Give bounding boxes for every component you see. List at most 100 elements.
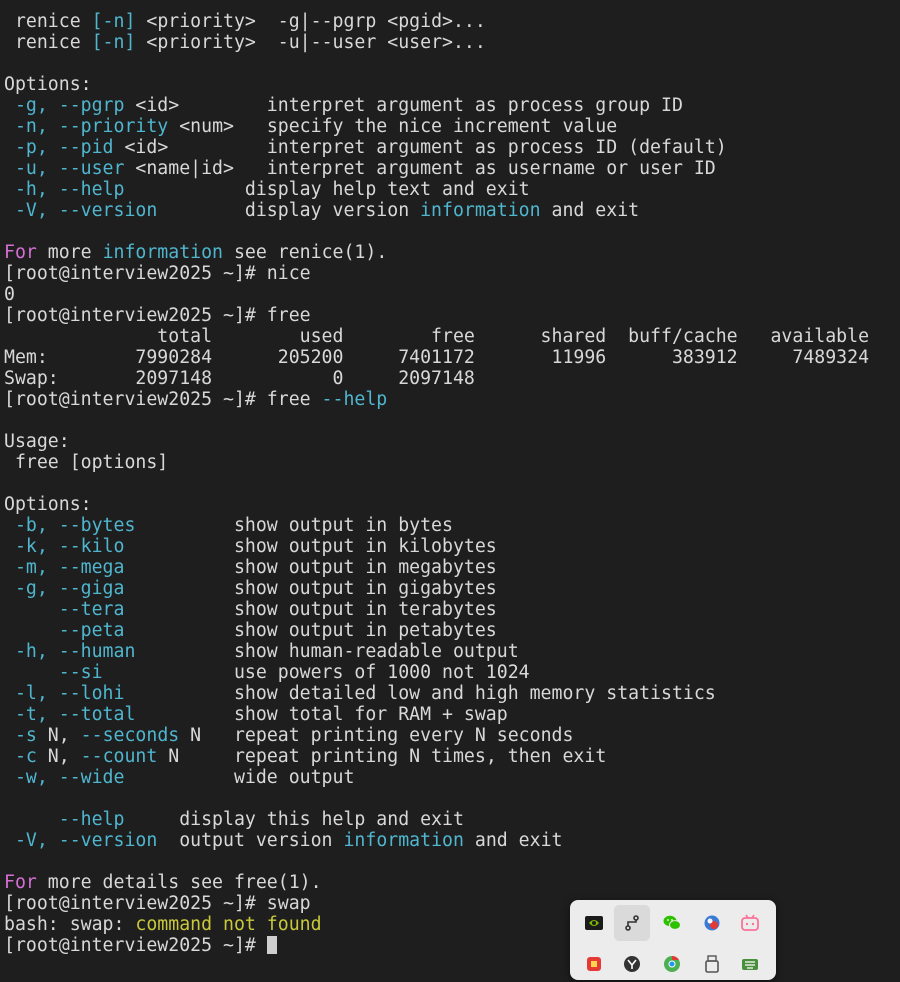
terminal-line: -m, --mega show output in megabytes	[4, 557, 900, 578]
terminal-text: -s	[14, 725, 37, 746]
terminal-text: -p, --pid	[14, 137, 114, 158]
terminal-text: -b, --bytes	[14, 515, 136, 536]
terminal-text: free [options]	[4, 452, 169, 473]
terminal-text: use powers of 1000 not 1024	[102, 662, 530, 683]
terminal-text: and exit	[463, 830, 563, 851]
route-icon[interactable]	[614, 905, 650, 941]
y-app-icon[interactable]	[614, 946, 650, 982]
terminal-line: -c N, --count N repeat printing N times,…	[4, 746, 900, 767]
terminal-text: output version	[157, 830, 344, 851]
terminal-text: bash: swap:	[4, 914, 136, 935]
shield-app-icon[interactable]	[694, 905, 730, 941]
terminal-text: Usage:	[4, 431, 70, 452]
terminal-line: -h, --human show human-readable output	[4, 641, 900, 662]
terminal-line: Swap: 2097148 0 2097148	[4, 368, 900, 389]
terminal-text: total used free shared buff/cache availa…	[4, 326, 870, 347]
terminal-text: -h, --human	[14, 641, 136, 662]
terminal-text: For	[4, 872, 37, 893]
terminal-line: -V, --version output version information…	[4, 830, 900, 851]
terminal-text: -u, --user	[14, 158, 125, 179]
system-tray-overflow	[570, 900, 776, 980]
terminal-text: wide output	[124, 767, 355, 788]
terminal-text: display version	[157, 200, 421, 221]
terminal-text: show human-readable output	[135, 641, 519, 662]
terminal-text: N,	[36, 746, 81, 767]
terminal-line: -p, --pid <id> interpret argument as pro…	[4, 137, 900, 158]
terminal-text: --help	[58, 809, 125, 830]
terminal-text: <priority> -g|--pgrp <pgid>...	[135, 11, 486, 32]
keyboard-icon[interactable]	[732, 946, 768, 982]
terminal-text: [-n]	[91, 11, 136, 32]
terminal-text: [root@interview2025 ~]# free	[4, 389, 322, 410]
terminal-text: <id> interpret argument as process ID (d…	[113, 137, 727, 158]
terminal-text: show output in bytes	[135, 515, 453, 536]
terminal-text: -w, --wide	[14, 767, 125, 788]
terminal-text: renice	[4, 11, 92, 32]
terminal-text: [root@interview2025 ~]# nice	[4, 263, 311, 284]
terminal-text: -h, --help	[14, 179, 125, 200]
terminal-text: -g, --pgrp	[14, 95, 125, 116]
terminal-text: --help	[321, 389, 388, 410]
chrome-icon[interactable]	[654, 946, 690, 982]
terminal-line: --tera show output in terabytes	[4, 599, 900, 620]
terminal-text: display this help and exit	[124, 809, 464, 830]
terminal-line: [root@interview2025 ~]# free --help	[4, 389, 900, 410]
terminal-text: --seconds	[80, 725, 180, 746]
wechat-icon[interactable]	[654, 905, 690, 941]
terminal-line: Options:	[4, 74, 900, 95]
terminal-text: [root@interview2025 ~]# swap	[4, 893, 311, 914]
terminal-text: display help text and exit	[124, 179, 530, 200]
terminal-line: [root@interview2025 ~]# free	[4, 305, 900, 326]
terminal-text: show output in kilobytes	[124, 536, 497, 557]
terminal-text: Options:	[4, 494, 92, 515]
terminal-text: [-n]	[91, 32, 136, 53]
bilibili-icon[interactable]	[732, 905, 768, 941]
red-app-icon[interactable]	[576, 946, 612, 982]
terminal-text: and exit	[540, 200, 640, 221]
terminal-text: <id> interpret argument as process group…	[124, 95, 683, 116]
terminal-line: -l, --lohi show detailed low and high me…	[4, 683, 900, 704]
terminal-text: <num> specify the nice increment value	[168, 116, 618, 137]
terminal-line: --si use powers of 1000 not 1024	[4, 662, 900, 683]
terminal-text: -n, --priority	[14, 116, 169, 137]
terminal-line: -u, --user <name|id> interpret argument …	[4, 158, 900, 179]
terminal-text: N repeat printing N times, then exit	[157, 746, 607, 767]
terminal-output[interactable]: renice [-n] <priority> -g|--pgrp <pgid>.…	[0, 0, 900, 967]
terminal-text: see renice(1).	[223, 242, 388, 263]
terminal-text: [root@interview2025 ~]# free	[4, 305, 311, 326]
nvidia-icon[interactable]	[576, 905, 612, 941]
terminal-text: <priority> -u|--user <user>...	[135, 32, 486, 53]
terminal-text: -g, --giga	[14, 578, 125, 599]
terminal-line: Mem: 7990284 205200 7401172 11996 383912…	[4, 347, 900, 368]
terminal-line: --peta show output in petabytes	[4, 620, 900, 641]
terminal-text: --tera	[58, 599, 125, 620]
terminal-text: --si	[58, 662, 103, 683]
terminal-text: information	[102, 242, 224, 263]
terminal-text: For	[4, 242, 37, 263]
terminal-text: show output in megabytes	[124, 557, 497, 578]
usb-drive-icon[interactable]	[694, 946, 730, 982]
terminal-text: -l, --lohi	[14, 683, 125, 704]
terminal-line: Usage:	[4, 431, 900, 452]
terminal-line: 0	[4, 284, 900, 305]
terminal-text: [root@interview2025 ~]#	[4, 935, 267, 956]
terminal-text: -V, --version	[14, 200, 158, 221]
terminal-line: total used free shared buff/cache availa…	[4, 326, 900, 347]
terminal-text: show total for RAM + swap	[135, 704, 508, 725]
terminal-text: renice	[4, 32, 92, 53]
